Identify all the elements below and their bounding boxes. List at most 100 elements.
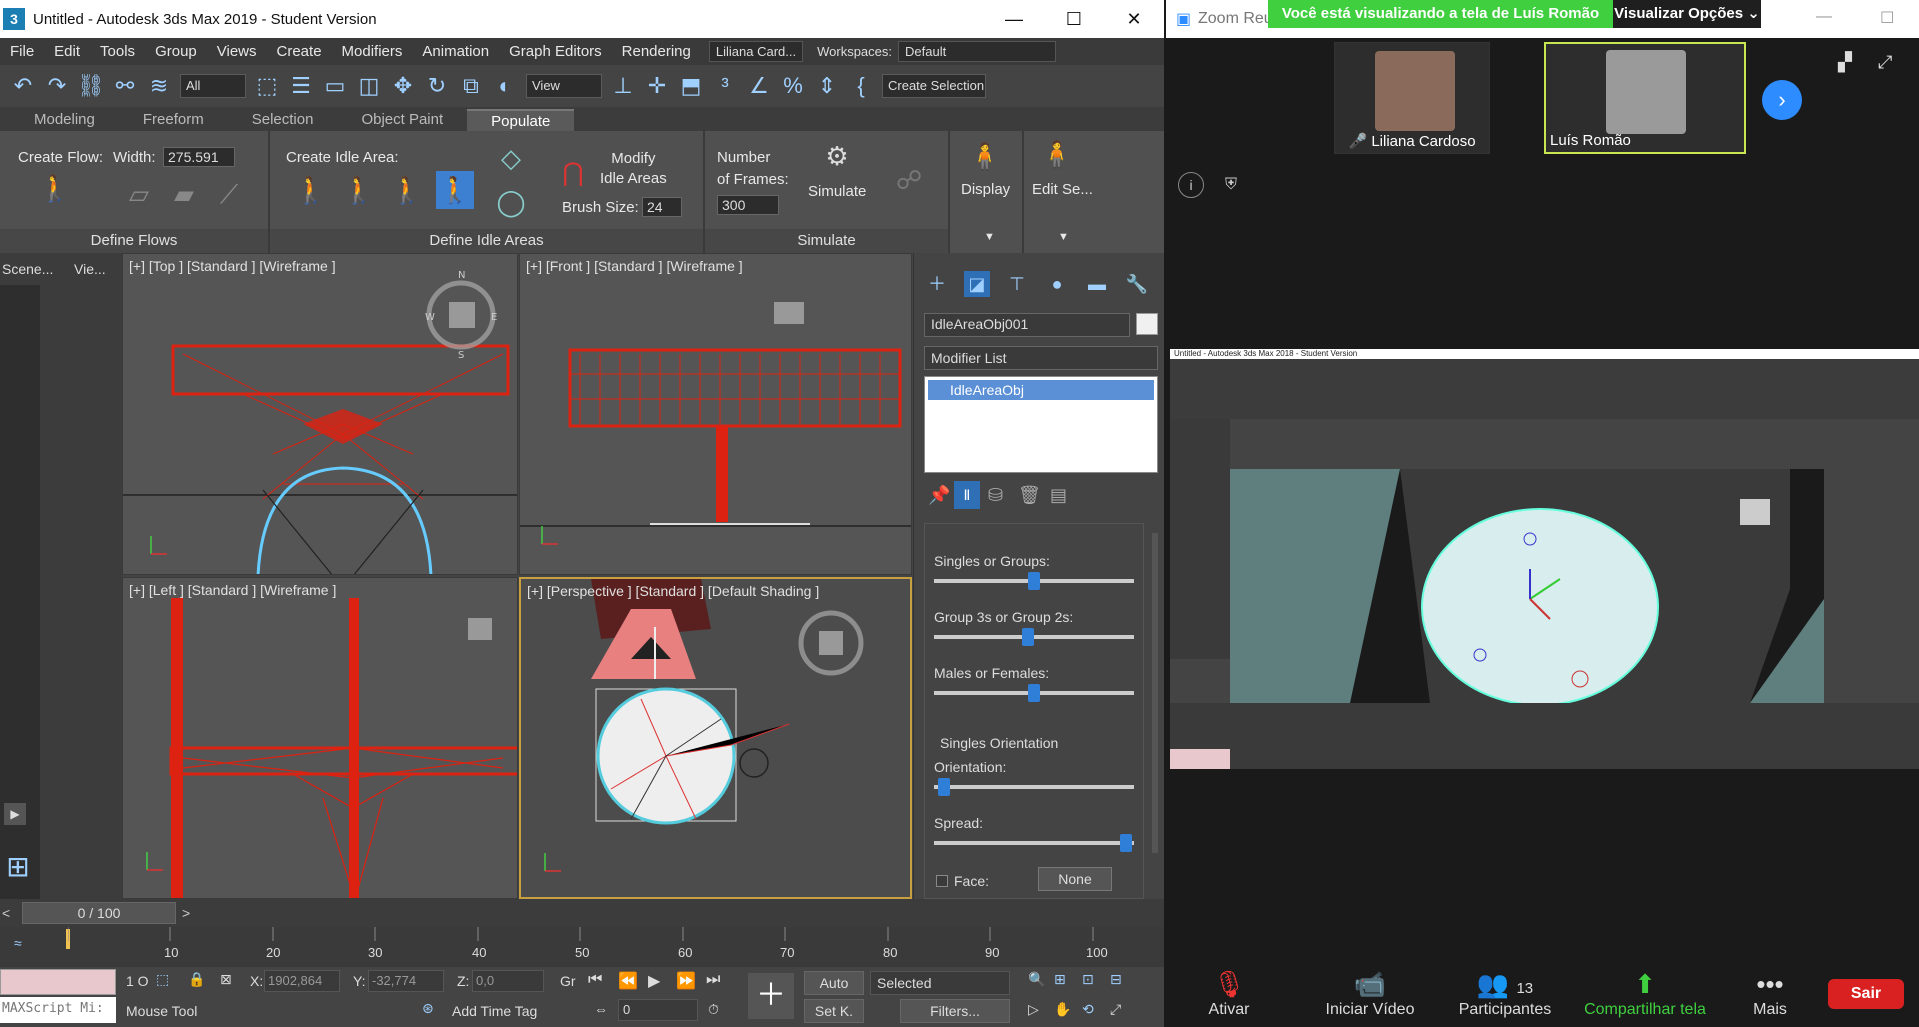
viewport-left[interactable]: [+] [Left ] [Standard ] [Wireframe ] bbox=[122, 577, 518, 899]
user-account-dropdown[interactable]: Liliana Card... bbox=[708, 41, 804, 62]
prev-frame-icon[interactable]: ⏪ bbox=[618, 971, 638, 991]
curve-editor-icon[interactable]: ≈ bbox=[14, 935, 22, 951]
menu-tools[interactable]: Tools bbox=[90, 43, 145, 60]
z-coordinate-field[interactable]: 0,0 bbox=[472, 970, 544, 992]
stack-item-idleareaobj[interactable]: IdleAreaObj bbox=[928, 380, 1154, 400]
menu-file[interactable]: File bbox=[0, 43, 44, 60]
simulate-button[interactable]: Simulate bbox=[808, 183, 866, 200]
lock-selection-icon[interactable]: 🔒 bbox=[188, 971, 205, 988]
participants-button[interactable]: 👥 13 Participantes bbox=[1440, 945, 1570, 1027]
display-icon[interactable]: 🧍 bbox=[966, 137, 1004, 175]
menu-animation[interactable]: Animation bbox=[412, 43, 499, 60]
time-next-icon[interactable]: > bbox=[182, 905, 190, 921]
unmute-button[interactable]: 🎙 Ativar bbox=[1174, 945, 1284, 1027]
more-button[interactable]: ••• Mais bbox=[1730, 945, 1810, 1027]
viewport-layout-icon[interactable]: ⊞ bbox=[0, 849, 36, 885]
remove-modifier-icon[interactable]: 🗑 bbox=[1018, 485, 1041, 506]
fullscreen-icon[interactable]: ⤢ bbox=[1878, 52, 1892, 73]
minimize-icon[interactable]: — bbox=[984, 0, 1044, 38]
spread-slider[interactable] bbox=[934, 834, 1134, 852]
absolute-mode-icon[interactable]: ⊠ bbox=[220, 971, 232, 988]
zoom-all-icon[interactable]: ⊞ bbox=[1054, 971, 1066, 988]
menu-rendering[interactable]: Rendering bbox=[612, 43, 701, 60]
spinner-snap-icon[interactable]: ⇕ bbox=[812, 71, 842, 101]
tab-object-paint[interactable]: Object Paint bbox=[337, 109, 467, 131]
command-panel-scrollbar[interactable] bbox=[1152, 533, 1158, 853]
selection-filter-select[interactable]: All bbox=[180, 74, 246, 98]
modify-idle-areas-label[interactable]: Modify Idle Areas bbox=[600, 149, 667, 189]
menu-views[interactable]: Views bbox=[207, 43, 267, 60]
brush-size-spinner[interactable]: 24 bbox=[642, 197, 682, 217]
tab-populate[interactable]: Populate bbox=[467, 109, 575, 131]
create-selection-set[interactable]: Create Selection S bbox=[882, 74, 986, 98]
start-video-button[interactable]: 📹 Iniciar Vídeo bbox=[1300, 945, 1440, 1027]
maxscript-mini-input[interactable]: MAXScript Mi: bbox=[0, 997, 116, 1023]
reference-coord-select[interactable]: View bbox=[526, 74, 602, 98]
fov-icon[interactable]: ▷ bbox=[1028, 1001, 1039, 1018]
link-icon[interactable]: ⛓ bbox=[76, 71, 106, 101]
face-none-button[interactable]: None bbox=[1038, 867, 1112, 891]
time-config-icon[interactable]: ⏱ bbox=[708, 1001, 719, 1018]
bind-spacewarp-icon[interactable]: ≋ bbox=[144, 71, 174, 101]
object-color-swatch[interactable] bbox=[1136, 313, 1158, 335]
select-object-icon[interactable]: ⬚ bbox=[252, 71, 282, 101]
security-shield-icon[interactable]: ⛨ bbox=[1218, 172, 1244, 198]
create-panel-icon[interactable]: ＋ bbox=[924, 271, 950, 297]
frames-spinner[interactable]: 300 bbox=[717, 195, 779, 215]
flow-tool-3-icon[interactable]: ⟋ bbox=[210, 175, 248, 213]
simulate-icon[interactable]: ⚙ bbox=[818, 137, 856, 175]
display-dropdown-icon[interactable]: ▼ bbox=[984, 231, 995, 243]
filters-button[interactable]: Filters... bbox=[900, 999, 1010, 1023]
magnet-icon[interactable]: ⋂ bbox=[554, 153, 592, 191]
menu-modifiers[interactable]: Modifiers bbox=[332, 43, 413, 60]
flow-tool-1-icon[interactable]: ▱ bbox=[120, 175, 158, 213]
menu-graph-editors[interactable]: Graph Editors bbox=[499, 43, 612, 60]
zoom-extents-icon[interactable]: ⊡ bbox=[1082, 971, 1094, 988]
menu-create[interactable]: Create bbox=[267, 43, 332, 60]
configure-sets-icon[interactable]: ▤ bbox=[1050, 485, 1067, 506]
time-prev-icon[interactable]: < bbox=[2, 905, 10, 921]
make-unique-icon[interactable]: ⛁ bbox=[988, 485, 1003, 506]
idle-area-4-icon[interactable]: 🚶 bbox=[436, 171, 474, 209]
info-icon[interactable]: i bbox=[1178, 172, 1204, 198]
utilities-panel-icon[interactable]: 🔧 bbox=[1124, 271, 1150, 297]
track-bar[interactable]: ≈ 10 20 30 40 50 60 70 80 90 100 bbox=[0, 927, 1164, 967]
placement-icon[interactable]: ◐ bbox=[490, 71, 520, 101]
view-options-button[interactable]: Visualizar Opções ⌄ bbox=[1613, 0, 1761, 28]
edit-selected-button[interactable]: Edit Se... bbox=[1032, 181, 1093, 198]
circle-idle-icon[interactable]: ◯ bbox=[492, 183, 530, 221]
select-by-name-icon[interactable]: ☰ bbox=[286, 71, 316, 101]
expand-arrow-icon[interactable]: ▶ bbox=[4, 803, 26, 825]
share-screen-button[interactable]: ⬆ Compartilhar tela bbox=[1570, 945, 1720, 1027]
display-button[interactable]: Display bbox=[961, 181, 1010, 198]
shared-screen[interactable]: Untitled - Autodesk 3ds Max 2018 - Stude… bbox=[1170, 349, 1919, 769]
orbit-icon[interactable]: ⟲ bbox=[1082, 1001, 1094, 1018]
go-to-start-icon[interactable]: ⏮ bbox=[588, 971, 602, 989]
auto-key-button[interactable]: Auto bbox=[804, 971, 864, 995]
time-tag-icon[interactable]: ⊛ bbox=[422, 1000, 434, 1017]
pivot-icon[interactable]: ⊥ bbox=[608, 71, 638, 101]
orientation-thumb[interactable] bbox=[938, 778, 950, 796]
move-icon[interactable]: ✥ bbox=[388, 71, 418, 101]
set-key-icon[interactable]: ＋ bbox=[748, 973, 794, 1019]
layout-icon[interactable]: ▞ bbox=[1838, 52, 1852, 73]
edit-dropdown-icon[interactable]: ▼ bbox=[1058, 231, 1069, 243]
next-page-icon[interactable]: › bbox=[1762, 80, 1802, 120]
group-3s-2s-thumb[interactable] bbox=[1022, 628, 1034, 646]
rotate-icon[interactable]: ↻ bbox=[422, 71, 452, 101]
viewport-left-label[interactable]: [+] [Left ] [Standard ] [Wireframe ] bbox=[129, 582, 336, 598]
group-3s-2s-slider[interactable] bbox=[934, 628, 1134, 646]
edit-selected-icon[interactable]: 🧍 bbox=[1038, 135, 1076, 173]
participant-tile-luis[interactable]: Luís Romão bbox=[1544, 42, 1746, 154]
width-spinner[interactable]: 275.591 bbox=[163, 147, 235, 167]
participant-tile-liliana[interactable]: 🎤 Liliana Cardoso bbox=[1334, 42, 1490, 154]
viewport-front[interactable]: [+] [Front ] [Standard ] [Wireframe ] bbox=[519, 253, 912, 575]
key-filter-select[interactable]: Selected bbox=[870, 971, 1010, 995]
idle-area-3-icon[interactable]: 🚶 bbox=[388, 171, 426, 209]
zoom-minimize-icon[interactable]: — bbox=[1816, 8, 1832, 26]
viewport-front-label[interactable]: [+] [Front ] [Standard ] [Wireframe ] bbox=[526, 258, 743, 274]
y-coordinate-field[interactable]: -32,774 bbox=[368, 970, 444, 992]
pin-stack-icon[interactable]: 📌 bbox=[928, 485, 950, 506]
viewport-perspective-label[interactable]: [+] [Perspective ] [Standard ] [Default … bbox=[527, 583, 819, 599]
object-name-field[interactable]: IdleAreaObj001 bbox=[924, 313, 1130, 337]
